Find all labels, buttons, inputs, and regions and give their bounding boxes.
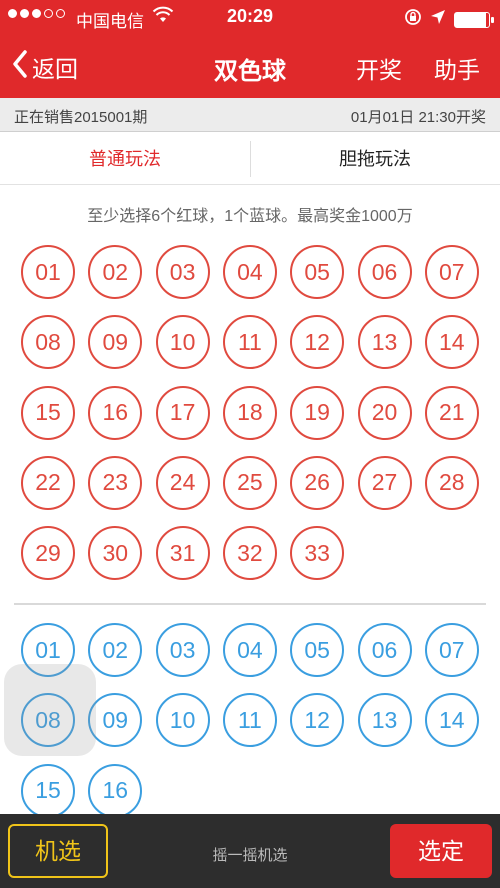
back-label: 返回 <box>32 56 78 82</box>
tab-dantuo-play[interactable]: 胆拖玩法 <box>250 133 500 185</box>
red-ball[interactable]: 19 <box>290 385 345 440</box>
red-ball[interactable]: 27 <box>357 455 412 510</box>
red-ball[interactable]: 29 <box>21 526 75 581</box>
draw-results-button[interactable]: 开奖 <box>356 51 402 85</box>
red-ball[interactable]: 10 <box>155 315 210 370</box>
rotation-lock-icon <box>404 8 422 31</box>
blue-ball[interactable]: 04 <box>222 623 277 677</box>
red-ball[interactable]: 05 <box>290 245 345 299</box>
red-ball[interactable]: 12 <box>290 315 345 370</box>
red-ball[interactable]: 30 <box>88 526 143 581</box>
blue-ball[interactable]: 13 <box>357 693 412 748</box>
blue-ball[interactable]: 10 <box>155 693 210 748</box>
red-ball[interactable]: 20 <box>357 385 412 440</box>
red-ball[interactable]: 23 <box>88 455 143 510</box>
red-ball[interactable]: 02 <box>88 245 143 299</box>
red-ball[interactable]: 17 <box>155 385 210 440</box>
blue-ball[interactable]: 07 <box>424 623 479 677</box>
issue-info-bar: 正在销售2015001期 01月01日 21:30开奖 <box>0 98 500 132</box>
red-ball[interactable]: 11 <box>222 315 277 370</box>
blue-ball[interactable]: 02 <box>88 623 143 677</box>
blue-ball[interactable]: 16 <box>88 763 143 818</box>
blue-ball[interactable]: 15 <box>21 763 75 818</box>
issue-number: 正在销售2015001期 <box>14 109 148 126</box>
red-ball[interactable]: 07 <box>424 245 479 299</box>
red-ball[interactable]: 06 <box>357 245 412 299</box>
blue-ball[interactable]: 03 <box>155 623 210 677</box>
red-ball[interactable]: 09 <box>88 315 143 370</box>
red-ball[interactable]: 04 <box>222 245 277 299</box>
navigation-bar: 返回 双色球 开奖 助手 <box>0 36 500 98</box>
location-arrow-icon <box>430 9 446 30</box>
red-ball[interactable]: 21 <box>424 385 479 440</box>
status-bar: 中国电信 20:29 <box>0 0 500 36</box>
red-ball[interactable]: 32 <box>222 526 277 581</box>
red-ball[interactable]: 22 <box>21 455 75 510</box>
tab-normal-play[interactable]: 普通玩法 <box>0 133 250 185</box>
red-ball[interactable]: 33 <box>290 526 345 581</box>
blue-ball[interactable]: 11 <box>222 693 277 748</box>
red-ball[interactable]: 18 <box>222 385 277 440</box>
confirm-button[interactable]: 选定 <box>390 824 492 878</box>
red-ball[interactable]: 16 <box>88 385 143 440</box>
red-ball[interactable]: 24 <box>155 455 210 510</box>
red-ball[interactable]: 28 <box>424 455 479 510</box>
battery-icon <box>454 11 494 28</box>
blue-ball[interactable]: 14 <box>424 693 479 748</box>
bottom-action-bar: 机选 摇一摇机选 选定 <box>0 814 500 888</box>
assistive-touch-button[interactable] <box>4 664 96 756</box>
blue-ball[interactable]: 05 <box>290 623 345 677</box>
section-divider <box>14 603 486 605</box>
red-ball[interactable]: 15 <box>21 385 75 440</box>
blue-ball[interactable]: 09 <box>88 693 143 748</box>
red-ball[interactable]: 03 <box>155 245 210 299</box>
back-button[interactable]: 返回 <box>12 50 78 84</box>
red-ball[interactable]: 25 <box>222 455 277 510</box>
red-ball[interactable]: 08 <box>21 315 75 370</box>
red-ball[interactable]: 14 <box>424 315 479 370</box>
red-ball[interactable]: 31 <box>155 526 210 581</box>
blue-ball[interactable]: 06 <box>357 623 412 677</box>
play-mode-tabs: 普通玩法 胆拖玩法 <box>0 133 500 185</box>
selection-hint: 至少选择6个红球，1个蓝球。最高奖金1000万 <box>87 208 413 225</box>
chevron-left-icon <box>12 50 28 84</box>
blue-ball[interactable]: 12 <box>290 693 345 748</box>
helper-button[interactable]: 助手 <box>434 51 480 85</box>
red-ball[interactable]: 26 <box>290 455 345 510</box>
red-ball[interactable]: 01 <box>21 245 75 299</box>
red-ball[interactable]: 13 <box>357 315 412 370</box>
draw-time: 01月01日 21:30开奖 <box>350 109 486 126</box>
